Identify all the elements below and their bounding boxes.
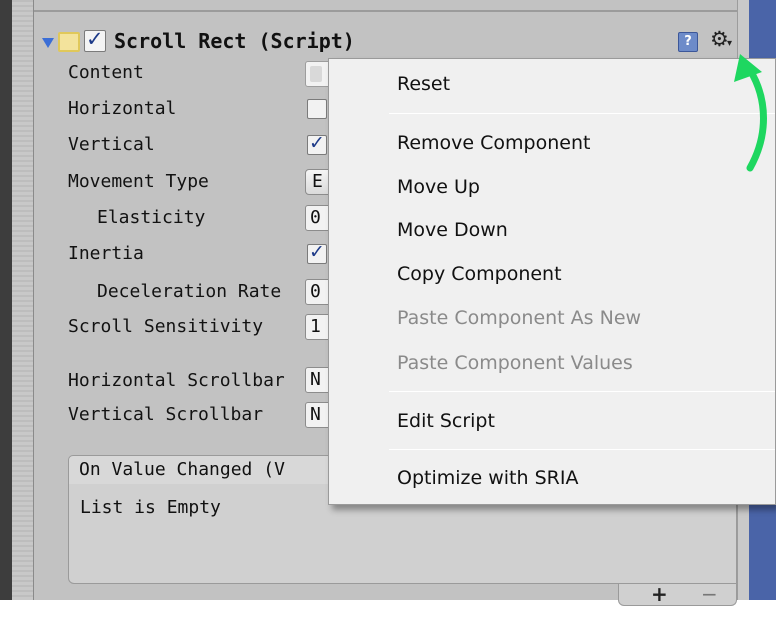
property-label-inertia: Inertia	[68, 243, 144, 264]
property-label-elasticity: Elasticity	[97, 207, 206, 228]
property-label-vertical-scrollbar: Vertical Scrollbar	[68, 404, 264, 425]
property-label-content: Content	[68, 62, 144, 83]
property-label-movement-type: Movement Type	[68, 171, 209, 192]
vertical-checkbox[interactable]	[307, 132, 327, 155]
unity-inspector-screenshot: Scroll Rect (Script) ? ⚙ Content Horizon…	[0, 0, 776, 619]
menu-item-reset[interactable]: Reset	[397, 73, 450, 95]
left-rail	[12, 0, 34, 600]
inertia-checkbox[interactable]	[307, 241, 327, 264]
green-arrow-icon	[734, 54, 767, 172]
menu-separator	[389, 449, 775, 450]
menu-item-copy-component[interactable]: Copy Component	[397, 263, 562, 285]
menu-item-move-down[interactable]: Move Down	[397, 219, 508, 241]
event-list-footer	[618, 584, 737, 606]
menu-item-move-up[interactable]: Move Up	[397, 176, 480, 198]
on-value-changed-header: On Value Changed (V	[68, 455, 348, 485]
component-title: Scroll Rect (Script)	[114, 29, 355, 53]
property-label-horizontal-scrollbar: Horizontal Scrollbar	[68, 370, 285, 391]
menu-item-optimize-with-sria[interactable]: Optimize with SRIA	[397, 467, 578, 489]
component-enabled-checkbox[interactable]	[84, 27, 106, 52]
add-event-button[interactable]: +	[651, 584, 668, 604]
remove-event-button[interactable]: −	[701, 584, 718, 604]
menu-item-paste-component-values: Paste Component Values	[397, 352, 633, 374]
left-dark-gutter	[0, 0, 12, 600]
foldout-arrow-icon[interactable]	[42, 38, 54, 48]
panel-top-edge	[34, 0, 737, 20]
menu-item-remove-component[interactable]: Remove Component	[397, 132, 590, 154]
property-label-deceleration-rate: Deceleration Rate	[97, 281, 282, 302]
event-list-empty-text: List is Empty	[80, 497, 221, 518]
horizontal-checkbox[interactable]	[307, 99, 327, 119]
property-label-horizontal: Horizontal	[68, 98, 177, 119]
property-label-vertical: Vertical	[68, 134, 155, 155]
component-header: Scroll Rect (Script) ? ⚙	[34, 27, 737, 58]
property-label-scroll-sensitivity: Scroll Sensitivity	[68, 316, 264, 337]
menu-item-paste-component-as-new: Paste Component As New	[397, 307, 642, 329]
menu-separator	[389, 391, 775, 392]
script-icon	[58, 32, 80, 52]
menu-item-edit-script[interactable]: Edit Script	[397, 410, 495, 432]
